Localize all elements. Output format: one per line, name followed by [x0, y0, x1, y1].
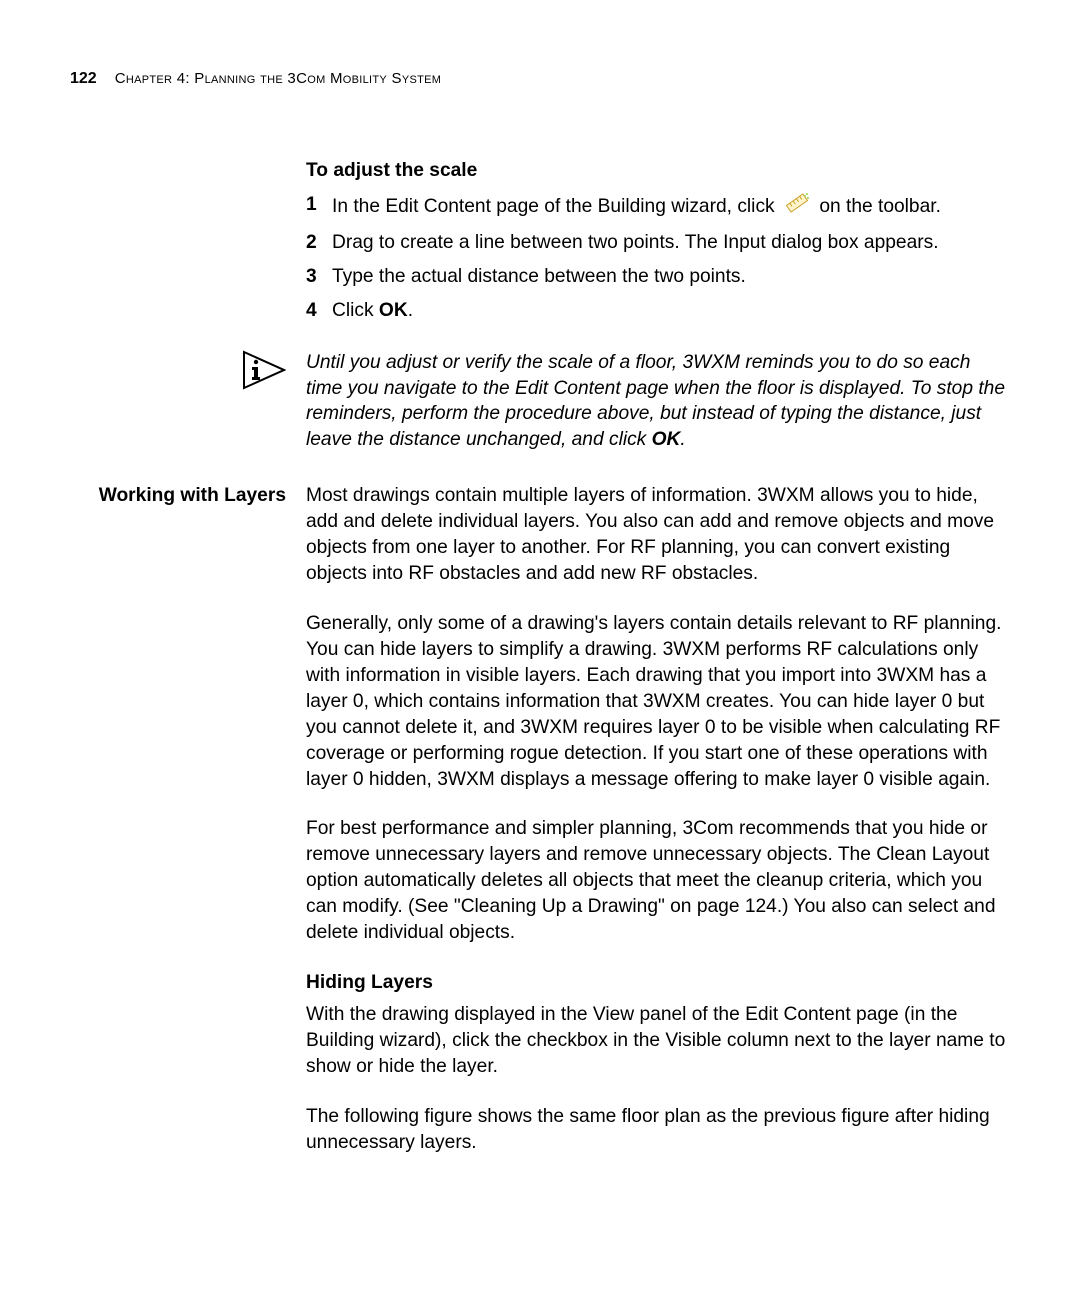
chapter-title: Chapter 4: Planning the 3Com Mobility Sy… — [115, 70, 442, 87]
step-number: 3 — [306, 264, 332, 290]
layers-p3: For best performance and simpler plannin… — [306, 816, 1010, 946]
step-1-text-b: on the toolbar. — [819, 196, 941, 217]
layers-p2: Generally, only some of a drawing's laye… — [306, 611, 1010, 792]
step-number: 2 — [306, 230, 332, 256]
step-1-text-a: In the Edit Content page of the Building… — [332, 196, 780, 217]
ok-label: OK — [379, 300, 408, 321]
info-note: Until you adjust or verify the scale of … — [306, 350, 1010, 454]
step-2-text: Drag to create a line between two points… — [332, 230, 1010, 256]
step-number: 1 — [306, 192, 332, 222]
note-text-b: . — [680, 429, 685, 450]
step-3: 3 Type the actual distance between the t… — [306, 264, 1010, 290]
step-number: 4 — [306, 298, 332, 324]
layers-p5: The following figure shows the same floo… — [306, 1104, 1010, 1156]
step-1: 1 In the Edit Content page of the Buildi… — [306, 192, 1010, 222]
layers-p4: With the drawing displayed in the View p… — [306, 1002, 1010, 1080]
ruler-icon — [784, 192, 810, 222]
section-working-with-layers: Working with Layers — [70, 485, 286, 507]
step-4: 4 Click OK. — [306, 298, 1010, 324]
running-header: 122 Chapter 4: Planning the 3Com Mobilit… — [70, 70, 1010, 88]
ok-label: OK — [652, 429, 681, 450]
adjust-scale-heading: To adjust the scale — [306, 158, 1010, 184]
layers-p1: Most drawings contain multiple layers of… — [306, 483, 1010, 587]
step-4-text-b: . — [408, 300, 413, 321]
page-number: 122 — [70, 70, 97, 88]
step-4-text-a: Click — [332, 300, 379, 321]
info-icon — [242, 350, 286, 390]
step-2: 2 Drag to create a line between two poin… — [306, 230, 1010, 256]
step-3-text: Type the actual distance between the two… — [332, 264, 1010, 290]
hiding-layers-heading: Hiding Layers — [306, 970, 1010, 996]
